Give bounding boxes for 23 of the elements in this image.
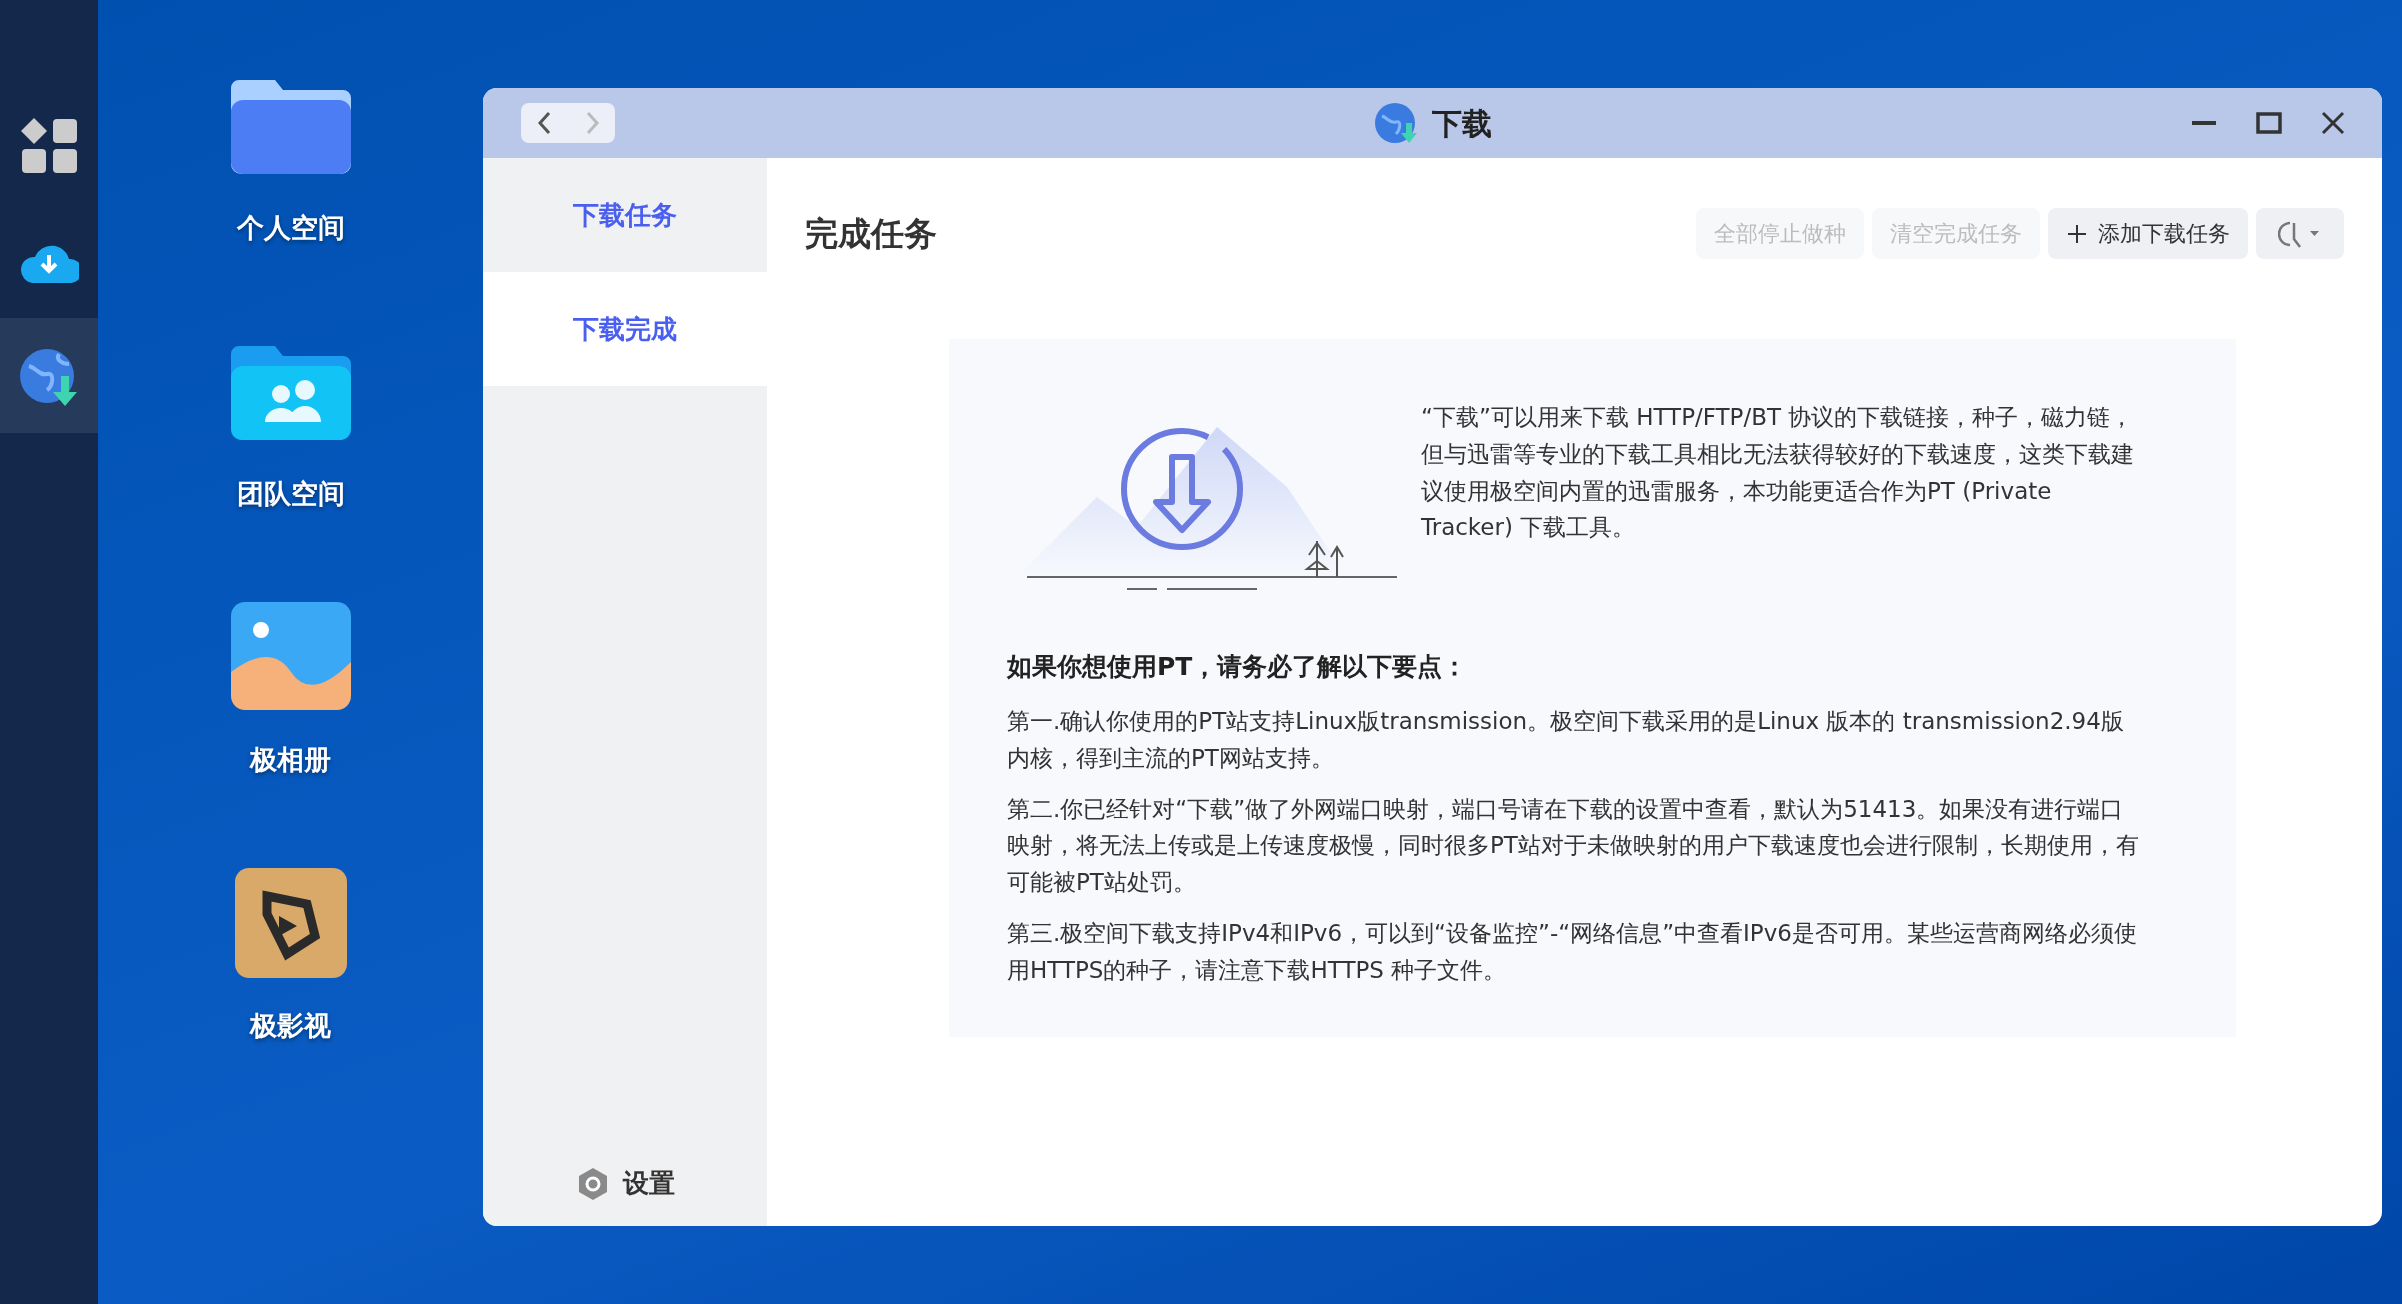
page-heading: 完成任务 (805, 212, 937, 255)
globe-download-icon (1373, 101, 1418, 145)
sort-menu-button[interactable] (2256, 208, 2344, 259)
tip-paragraph: 第二.你已经针对“下载”做了外网端口映射，端口号请在下载的设置中查看，默认为51413。如果没有进行端口映射，将无法上传或是上传速度极慢，同时很多PT站对于未做映射的用户下载速度也会进行限制，长期使用，有可能被PT站处罚。 (1007, 794, 2140, 898)
tip-paragraph: 第一.确认你使用的PT站支持Linux版transmission。极空间下载采用的是Linux 版本的 transmission2.94版内核，得到主流的PT网站支持。 (1007, 707, 2125, 773)
desktop-icon-label[interactable]: 极相册 (250, 740, 331, 781)
maximize-icon (2256, 112, 2282, 134)
settings-button[interactable]: 设置 (569, 1163, 681, 1204)
window-title: 下载 (1431, 104, 1492, 143)
desktop-icon-label[interactable]: 团队空间 (236, 474, 345, 515)
photo-album-icon[interactable] (230, 602, 351, 712)
plus-icon (2066, 222, 2088, 245)
intro-paragraph: “下载”可以用来下载 HTTP/FTP/BT 协议的下载链接，种子，磁力链，但与迅雷等专业的下载工具相比无法获得较好的下载速度，这类下载建议使用极空间内置的迅雷服务，本功能更适合作为PT (Private Tracker) 下载工具。 (1421, 403, 2135, 543)
minimize-icon (2192, 121, 2216, 125)
tips-heading: 如果你想使用PT，请务必了解以下要点： (1007, 651, 1469, 683)
apps-icon[interactable] (19, 115, 79, 176)
sidebar-item[interactable]: 下载完成 (483, 272, 767, 386)
desktop-icon-label[interactable]: 个人空间 (236, 208, 345, 249)
sidebar-item[interactable]: 下载任务 (483, 158, 767, 272)
tip-paragraph: 第三.极空间下载支持IPv4和IPv6，可以到“设备监控”-“网络信息”中查看IPv6是否可用。某些运营商网络必须使用HTTPS的种子，请注意下载HTTPS 种子文件。 (1007, 919, 2138, 985)
add-task-button[interactable]: 添加下载任务 (2048, 208, 2248, 259)
desktop-icon-label[interactable]: 极影视 (250, 1006, 331, 1047)
close-icon (2321, 111, 2345, 135)
